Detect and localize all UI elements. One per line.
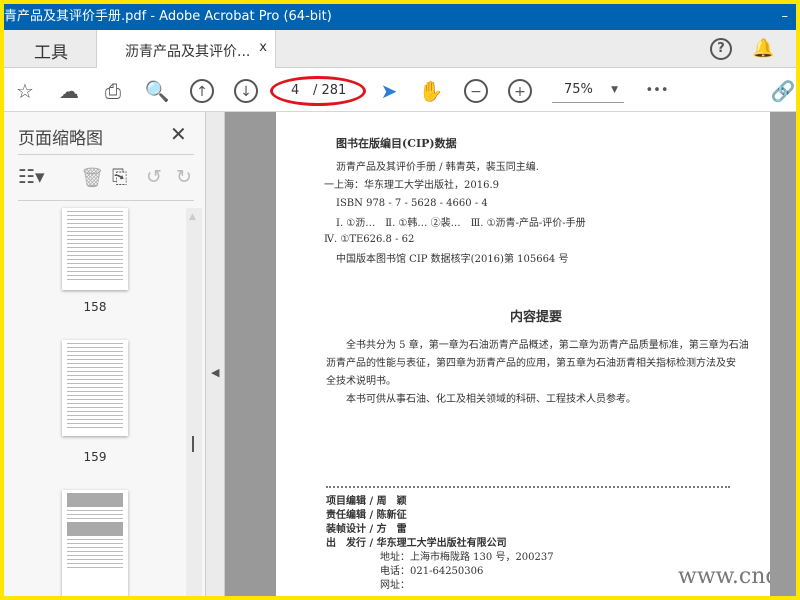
divider — [18, 200, 194, 201]
document-viewport: 图书在版编目(CIP)数据 沥青产品及其评价手册 / 韩青英，裴玉同主编. 一上… — [225, 112, 796, 596]
close-panel-icon[interactable]: ✕ — [170, 122, 187, 146]
collapse-arrow-icon: ◀ — [211, 366, 220, 379]
current-page-input[interactable]: 4 — [291, 79, 299, 103]
toolbar: ☆ ☁ ⎙ 🔍 ↑ ↓ 4 / 281 ➤ ✋ − + 75% ▼ ••• 🔗 — [4, 68, 796, 112]
address-line: 电话：021-64250306 — [380, 566, 484, 577]
page-thumbnails-panel: 页面缩略图 ✕ ☷▾ 🗑 ⎘ ↺ ↻ 158 159 ▲ — [4, 112, 206, 596]
more-tools-icon[interactable]: ••• — [644, 78, 670, 104]
cip-line: ISBN 978 - 7 - 5628 - 4660 - 4 — [336, 198, 488, 209]
rotate-right-icon[interactable]: ↻ — [176, 166, 192, 188]
window-title: 青产品及其评价手册.pdf - Adobe Acrobat Pro (64-bi… — [4, 9, 332, 24]
summary-line: 沥青产品的性能与表征，第四章为沥青产品的应用，第五章为石油沥青相关指标检测方法及… — [326, 358, 736, 369]
cip-line: Ⅳ. ①TE626.8 - 62 — [324, 234, 415, 245]
chevron-down-icon: ▼ — [611, 85, 618, 95]
collapse-panel-button[interactable]: ◀ — [206, 112, 225, 596]
address-line: 地址：上海市梅陇路 130 号，200237 — [380, 552, 554, 563]
notifications-bell-icon[interactable]: 🔔 — [752, 38, 774, 59]
page-number-field[interactable]: 4 / 281 — [270, 76, 366, 106]
upload-cloud-icon[interactable]: ☁ — [56, 78, 82, 104]
delete-trash-icon[interactable]: 🗑 — [80, 166, 104, 189]
scroll-up-icon[interactable]: ▲ — [189, 212, 196, 222]
thumbnail-page-159[interactable] — [62, 340, 128, 436]
close-tab-icon[interactable]: x — [259, 40, 267, 55]
credit-line: 装帧设计 / 方 雷 — [326, 524, 407, 535]
hand-tool-icon[interactable]: ✋ — [418, 78, 444, 104]
share-link-icon[interactable]: 🔗 — [770, 78, 796, 104]
cip-line: 中国版本图书馆 CIP 数据核字(2016)第 105664 号 — [336, 254, 569, 265]
bookmark-star-icon[interactable]: ☆ — [12, 78, 38, 104]
summary-title: 内容提要 — [510, 310, 563, 325]
tab-document[interactable]: 沥青产品及其评价... x — [96, 30, 276, 68]
address-line: 网址： — [380, 580, 410, 591]
cip-line: 一上海：华东理工大学出版社，2016.9 — [324, 180, 499, 191]
summary-line: 本书可供从事石油、化工及相关领域的科研、工程技术人员参考。 — [346, 394, 636, 405]
cip-line: Ⅰ. ①沥… Ⅱ. ①韩… ②裴… Ⅲ. ①沥青-产品-评价-手册 — [336, 218, 586, 229]
thumbnail-page-158[interactable] — [62, 208, 128, 290]
acrobat-window: 青产品及其评价手册.pdf - Adobe Acrobat Pro (64-bi… — [4, 4, 796, 596]
thumbnail-label: 159 — [83, 450, 107, 464]
tab-bar: 工具 沥青产品及其评价... x ? 🔔 ⋮ — [4, 30, 796, 68]
next-page-icon[interactable]: ↓ — [234, 79, 258, 103]
insert-page-icon[interactable]: ⎘ — [112, 166, 127, 188]
credit-line: 项目编辑 / 周 颖 — [326, 496, 407, 507]
previous-page-icon[interactable]: ↑ — [190, 79, 214, 103]
tab-tools[interactable]: 工具 — [34, 38, 68, 63]
credit-line: 出 发行 / 华东理工大学出版社有限公司 — [326, 538, 507, 549]
document-scrollbar[interactable] — [770, 112, 796, 596]
total-pages: / 281 — [313, 83, 347, 98]
minimize-button[interactable]: – — [782, 4, 789, 30]
pdf-page: 图书在版编目(CIP)数据 沥青产品及其评价手册 / 韩青英，裴玉同主编. 一上… — [276, 112, 796, 596]
more-menu-icon[interactable]: ⋮ — [790, 36, 796, 57]
divider — [18, 154, 194, 155]
credit-line: 责任编辑 / 陈新征 — [326, 510, 407, 521]
cip-title: 图书在版编目(CIP)数据 — [336, 137, 457, 150]
title-bar: 青产品及其评价手册.pdf - Adobe Acrobat Pro (64-bi… — [4, 4, 796, 30]
tab-document-label: 沥青产品及其评价... — [125, 44, 251, 60]
zoom-value: 75% — [564, 82, 593, 97]
thumbnail-scrollbar[interactable]: ▲ — [186, 208, 202, 596]
panel-title: 页面缩略图 — [18, 129, 103, 149]
zoom-level-select[interactable]: 75% ▼ — [552, 77, 624, 103]
thumbnail-page-160[interactable] — [62, 490, 128, 596]
cip-line: 沥青产品及其评价手册 / 韩青英，裴玉同主编. — [336, 162, 539, 173]
rotate-left-icon[interactable]: ↺ — [146, 166, 162, 188]
thumbnail-options-icon[interactable]: ☷▾ — [18, 166, 45, 188]
select-cursor-icon[interactable]: ➤ — [376, 78, 402, 104]
summary-line: 全书共分为 5 章，第一章为石油沥青产品概述，第二章为沥青产品质量标准，第三章为… — [346, 340, 749, 351]
zoom-out-icon[interactable]: − — [464, 79, 488, 103]
search-zoom-icon[interactable]: 🔍 — [144, 78, 170, 104]
help-icon[interactable]: ? — [710, 38, 732, 60]
scrollbar-thumb[interactable] — [192, 436, 194, 452]
print-icon[interactable]: ⎙ — [100, 78, 126, 104]
thumbnail-label: 158 — [83, 300, 107, 314]
dotted-divider — [326, 486, 730, 488]
zoom-in-icon[interactable]: + — [508, 79, 532, 103]
summary-line: 全技术说明书。 — [326, 376, 396, 387]
